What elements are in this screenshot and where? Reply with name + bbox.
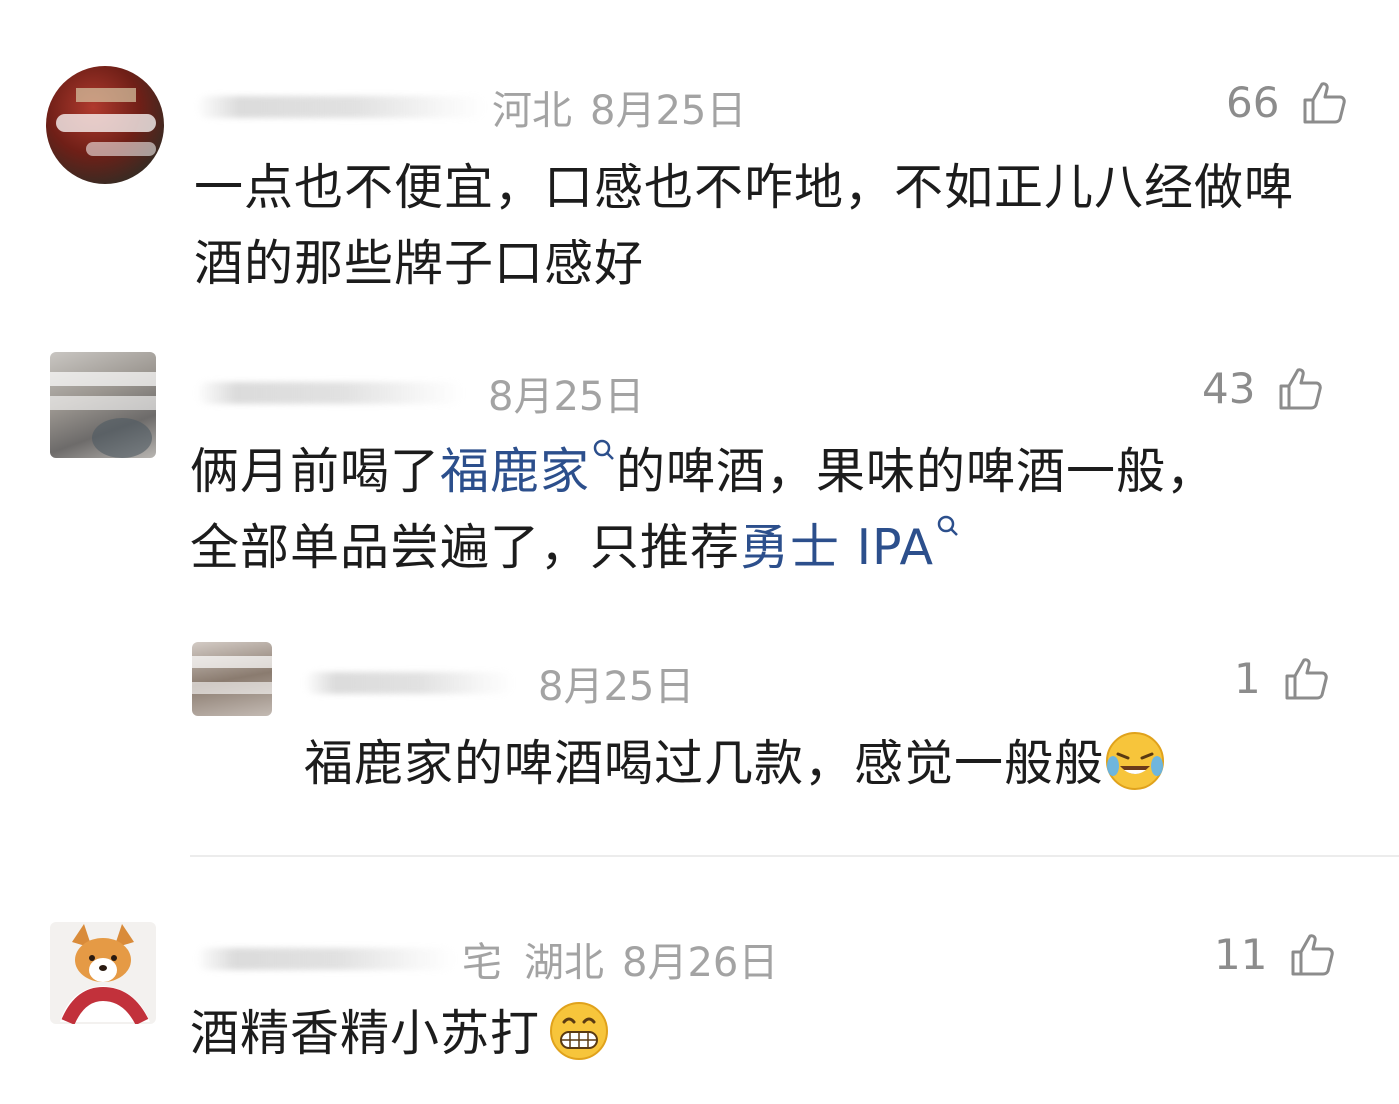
avatar-image — [192, 656, 272, 694]
search-icon — [593, 439, 614, 460]
comment-text-body: 福鹿家的啤酒喝过几款，感觉一般般 — [304, 735, 1105, 792]
avatar[interactable] — [50, 352, 156, 458]
region: 湖北 — [524, 940, 604, 986]
comment-text: 俩月前喝了福鹿家 的啤酒，果味的啤酒一般， 全部单品尝遍了，只推荐勇士 IPA — [190, 434, 1340, 586]
comment-text-part: 的啤酒，果味的啤酒一般， — [616, 443, 1217, 500]
like-button[interactable]: 43 — [1202, 364, 1323, 413]
like-count: 11 — [1214, 930, 1268, 979]
comment-text-part: 俩月前喝了 — [190, 443, 441, 500]
date: 8月25日 — [590, 88, 747, 134]
thumbs-up-icon — [1285, 657, 1328, 699]
comment-text: 酒精香精小苏打 — [190, 996, 1090, 1072]
avatar[interactable] — [192, 642, 272, 716]
corgi-avatar-image — [60, 924, 150, 1024]
like-button[interactable]: 1 — [1234, 654, 1329, 703]
thumbs-up-icon — [1291, 933, 1335, 975]
username-suffix: 宅 — [462, 940, 502, 986]
avatar[interactable] — [46, 66, 164, 184]
like-count: 43 — [1202, 364, 1256, 413]
blurred-username[interactable] — [196, 382, 464, 404]
comment-text: 一点也不便宜，口感也不咋地，不如正儿八经做啤酒的那些牌子口感好 — [194, 159, 1295, 292]
avatar-image — [56, 88, 156, 156]
date: 8月26日 — [622, 940, 779, 986]
region: 河北 — [492, 88, 572, 134]
like-button[interactable]: 11 — [1214, 930, 1335, 979]
comment-meta: 8月25日 — [304, 654, 694, 712]
thumbs-up-icon — [1279, 367, 1323, 409]
comment-text: 福鹿家的啤酒喝过几款，感觉一般般 — [304, 726, 1304, 802]
laughing-crying-emoji-icon — [1106, 731, 1165, 790]
date: 8月25日 — [538, 664, 695, 710]
search-link[interactable]: 勇士 IPA — [740, 515, 960, 576]
blurred-username[interactable] — [304, 672, 514, 694]
section-divider — [190, 855, 1399, 857]
link-label: 勇士 IPA — [740, 519, 934, 576]
avatar-image — [50, 372, 156, 458]
like-count: 66 — [1226, 78, 1280, 127]
search-link[interactable]: 福鹿家 — [440, 439, 616, 500]
comment-text-part: 全部单品尝遍了，只推荐 — [190, 519, 741, 576]
blurred-username[interactable] — [196, 948, 456, 970]
like-button[interactable]: 66 — [1226, 78, 1347, 127]
date: 8月25日 — [488, 374, 645, 420]
grinning-emoji-icon — [550, 1001, 609, 1060]
comment-meta: 河北 8月25日 — [196, 78, 746, 136]
comment-meta: 宅 湖北 8月26日 — [196, 930, 778, 988]
search-icon — [937, 515, 958, 536]
link-label: 福鹿家 — [440, 443, 591, 500]
like-count: 1 — [1234, 654, 1261, 703]
avatar[interactable] — [50, 922, 156, 1024]
thumbs-up-icon — [1303, 81, 1347, 123]
comment-text-body: 酒精香精小苏打 — [190, 1005, 541, 1062]
blurred-username[interactable] — [196, 96, 486, 118]
comment-meta: 8月25日 — [196, 364, 644, 422]
